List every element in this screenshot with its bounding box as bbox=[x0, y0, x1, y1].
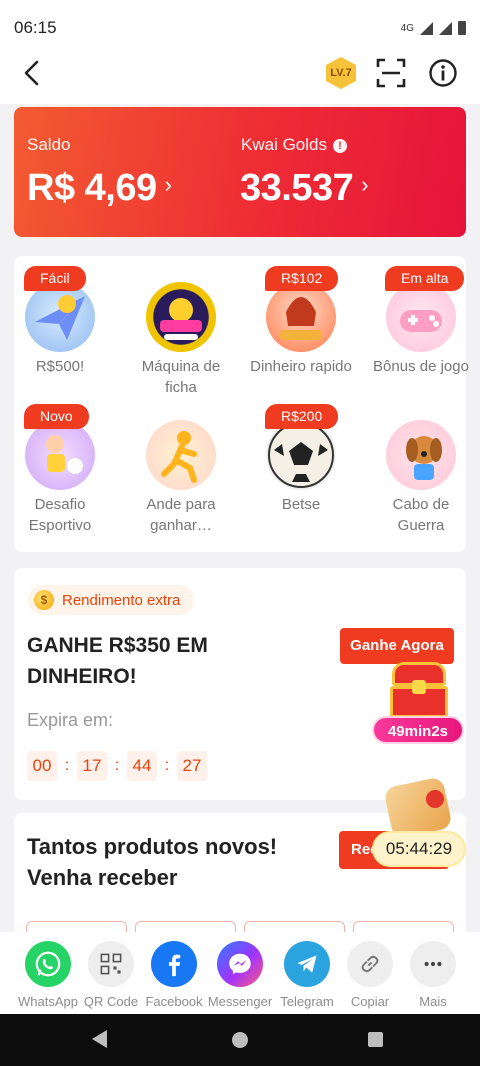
golds-value: 33.537 bbox=[240, 167, 354, 209]
game-item[interactable]: Novo Desafio Esportivo bbox=[8, 404, 112, 536]
game-name: Betse bbox=[281, 496, 321, 513]
walking-icon bbox=[146, 420, 216, 490]
extra-income-label: Rendimento extra bbox=[62, 591, 181, 609]
game-name: Ande para ganhar… bbox=[146, 496, 216, 534]
signal-icon-2 bbox=[439, 21, 452, 35]
game-tag: Novo bbox=[24, 404, 89, 429]
signal-icon bbox=[420, 21, 433, 35]
golds-label-wrap: Kwai Golds! bbox=[241, 135, 347, 155]
expira-label: Expira em: bbox=[27, 710, 114, 730]
nav-home-icon[interactable] bbox=[232, 1032, 248, 1048]
game-item[interactable]: R$200 Betse bbox=[249, 404, 353, 536]
sports-player-icon bbox=[25, 420, 95, 490]
dog-icon bbox=[386, 420, 456, 490]
telegram-icon bbox=[284, 941, 330, 987]
treasure-chest-icon[interactable] bbox=[388, 660, 450, 720]
game-name: Máquina de ficha bbox=[141, 358, 221, 396]
nav-recents-icon[interactable] bbox=[368, 1032, 383, 1047]
food-plate bbox=[383, 776, 453, 840]
timer-separator: : bbox=[64, 757, 70, 774]
paper-plane-icon bbox=[25, 282, 95, 352]
game-name: R$500! bbox=[35, 358, 85, 375]
chest-lock bbox=[412, 680, 426, 694]
game-item[interactable]: R$102 Dinheiro rapido bbox=[249, 266, 353, 398]
coin-icon: $ bbox=[34, 590, 54, 610]
golds-label: Kwai Golds bbox=[241, 135, 327, 154]
chest-countdown: 49min2s bbox=[372, 716, 464, 744]
extra-headline: GANHE R$350 EM DINHEIRO! bbox=[27, 634, 208, 688]
status-time: 06:15 bbox=[14, 18, 57, 37]
saldo-value-link[interactable]: R$ 4,69 › bbox=[27, 167, 172, 210]
facebook-icon bbox=[151, 941, 197, 987]
messenger-icon bbox=[217, 941, 263, 987]
back-arrow-icon[interactable] bbox=[18, 58, 48, 88]
nav-back-icon[interactable] bbox=[92, 1030, 107, 1048]
golds-info-icon[interactable]: ! bbox=[332, 139, 347, 153]
level-badge[interactable]: LV.7 bbox=[326, 57, 356, 89]
timer-separator: : bbox=[164, 757, 170, 774]
link-icon bbox=[347, 941, 393, 987]
network-type: 4G bbox=[400, 22, 414, 34]
more-icon bbox=[410, 941, 456, 987]
timer-hours: 17 bbox=[77, 751, 107, 781]
golds-value-link[interactable]: 33.537 › bbox=[240, 167, 369, 210]
whatsapp-icon bbox=[25, 941, 71, 987]
extra-income-card: $ Rendimento extra GANHE R$350 EM DINHEI… bbox=[14, 568, 466, 800]
game-item[interactable]: Ande para ganhar… bbox=[129, 420, 233, 536]
saldo-label: Saldo bbox=[27, 135, 71, 154]
system-icons: 4G bbox=[401, 21, 466, 35]
game-tag: Em alta bbox=[385, 266, 465, 291]
game-name: Cabo de Guerra bbox=[392, 496, 450, 534]
soccer-ball-icon bbox=[266, 420, 336, 490]
ganhe-agora-button[interactable]: Ganhe Agora bbox=[340, 628, 454, 664]
top-bar: LV.7 bbox=[0, 44, 480, 104]
expiry-timer: 00 : 17 : 44 : 27 bbox=[27, 751, 207, 781]
game-item[interactable]: Fácil R$500! bbox=[8, 266, 112, 398]
balance-card: Saldo R$ 4,69 › Kwai Golds! 33.537 › bbox=[14, 107, 466, 237]
game-controller-icon bbox=[386, 282, 456, 352]
game-item[interactable]: Em alta Bônus de jogo bbox=[369, 266, 473, 398]
saldo-value: R$ 4,69 bbox=[27, 167, 157, 209]
floating-timer[interactable]: 05:44:29 bbox=[374, 833, 464, 865]
info-icon[interactable] bbox=[428, 58, 458, 88]
share-bar: WhatsApp QR Code Facebook Messenger Tele… bbox=[0, 932, 480, 1014]
share-label: Mais bbox=[419, 994, 447, 1009]
food-tomato bbox=[426, 790, 444, 808]
woman-money-icon bbox=[266, 282, 336, 352]
chevron-right-icon: › bbox=[164, 172, 172, 197]
timer-days: 00 bbox=[27, 751, 57, 781]
game-item[interactable]: Máquina de ficha bbox=[129, 282, 233, 398]
qr-code-icon bbox=[88, 941, 134, 987]
battery-icon bbox=[458, 21, 466, 35]
game-tag: R$200 bbox=[265, 404, 339, 429]
cash-pusher-icon bbox=[146, 282, 216, 352]
food-bowl-icon[interactable] bbox=[383, 776, 453, 840]
game-tag: R$102 bbox=[265, 266, 339, 291]
timer-separator: : bbox=[114, 757, 120, 774]
game-name: Bônus de jogo bbox=[373, 358, 469, 375]
game-name: Desafio Esportivo bbox=[28, 496, 92, 534]
game-item[interactable]: Cabo de Guerra bbox=[369, 420, 473, 536]
game-name: Dinheiro rapido bbox=[250, 358, 352, 375]
scan-icon[interactable] bbox=[376, 58, 406, 88]
system-nav-bar bbox=[0, 1014, 480, 1066]
games-grid: Fácil R$500! Máquina de ficha R$102 Dinh… bbox=[14, 256, 469, 552]
share-more[interactable]: Mais bbox=[400, 941, 466, 1009]
extra-income-pill: $ Rendimento extra bbox=[28, 585, 195, 615]
products-headline: Tantos produtos novos! Venha receber bbox=[27, 834, 278, 890]
game-tag: Fácil bbox=[24, 266, 86, 291]
timer-seconds: 27 bbox=[177, 751, 207, 781]
chevron-right-icon: › bbox=[361, 172, 369, 197]
timer-minutes: 44 bbox=[127, 751, 157, 781]
